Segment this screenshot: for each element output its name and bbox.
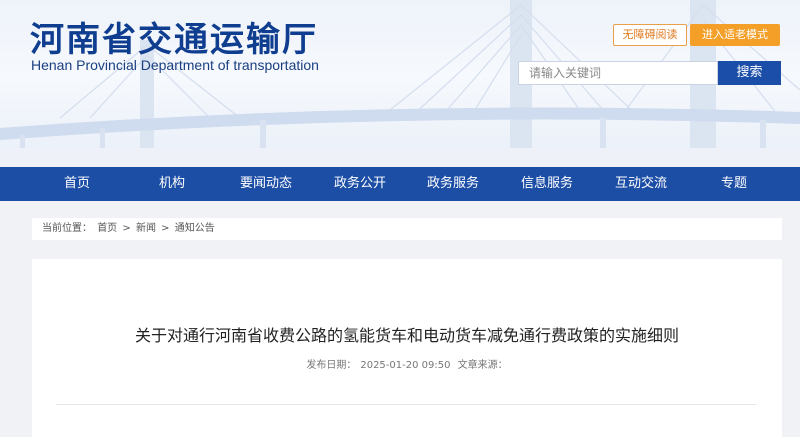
article-meta: 发布日期： 2025-01-20 09:50 文章来源： — [32, 356, 782, 371]
nav-item-organization[interactable]: 机构 — [127, 167, 217, 201]
nav-item-public-affairs[interactable]: 政务公开 — [315, 167, 405, 201]
publish-date-value: 2025-01-20 09:50 — [360, 360, 451, 371]
header-banner: 河南省交通运输厅 Henan Provincial Department of … — [0, 0, 800, 167]
main-nav: 首页 机构 要闻动态 政务公开 政务服务 信息服务 互动交流 专题 — [0, 167, 800, 201]
nav-item-home[interactable]: 首页 — [32, 167, 122, 201]
breadcrumb: 当前位置： 首页 > 新闻 > 通知公告 — [32, 218, 782, 240]
elder-mode-button[interactable]: 进入适老模式 — [690, 24, 780, 46]
breadcrumb-news-link[interactable]: 新闻 — [136, 223, 156, 234]
breadcrumb-prefix: 当前位置： — [42, 223, 92, 234]
article-card: 关于对通行河南省收费公路的氢能货车和电动货车减免通行费政策的实施细则 发布日期：… — [32, 259, 782, 437]
nav-item-interaction[interactable]: 互动交流 — [596, 167, 686, 201]
publish-date-label: 发布日期： — [306, 360, 357, 371]
site-title: 河南省交通运输厅 — [30, 20, 318, 60]
nav-item-news[interactable]: 要闻动态 — [221, 167, 311, 201]
breadcrumb-home-link[interactable]: 首页 — [97, 223, 117, 234]
article-title: 关于对通行河南省收费公路的氢能货车和电动货车减免通行费政策的实施细则 — [134, 326, 679, 345]
accessibility-reading-button[interactable]: 无障碍阅读 — [613, 24, 687, 46]
source-label: 文章来源： — [457, 360, 508, 371]
nav-item-gov-services[interactable]: 政务服务 — [408, 167, 498, 201]
search-button[interactable]: 搜索 — [718, 61, 781, 85]
nav-item-topics[interactable]: 专题 — [689, 167, 779, 201]
site-subtitle: Henan Provincial Department of transport… — [31, 57, 319, 73]
breadcrumb-separator: > — [122, 223, 131, 234]
breadcrumb-notices-link[interactable]: 通知公告 — [175, 223, 215, 234]
divider — [56, 404, 756, 405]
nav-item-info-services[interactable]: 信息服务 — [502, 167, 592, 201]
search-input[interactable] — [518, 61, 718, 85]
breadcrumb-separator: > — [161, 223, 170, 234]
